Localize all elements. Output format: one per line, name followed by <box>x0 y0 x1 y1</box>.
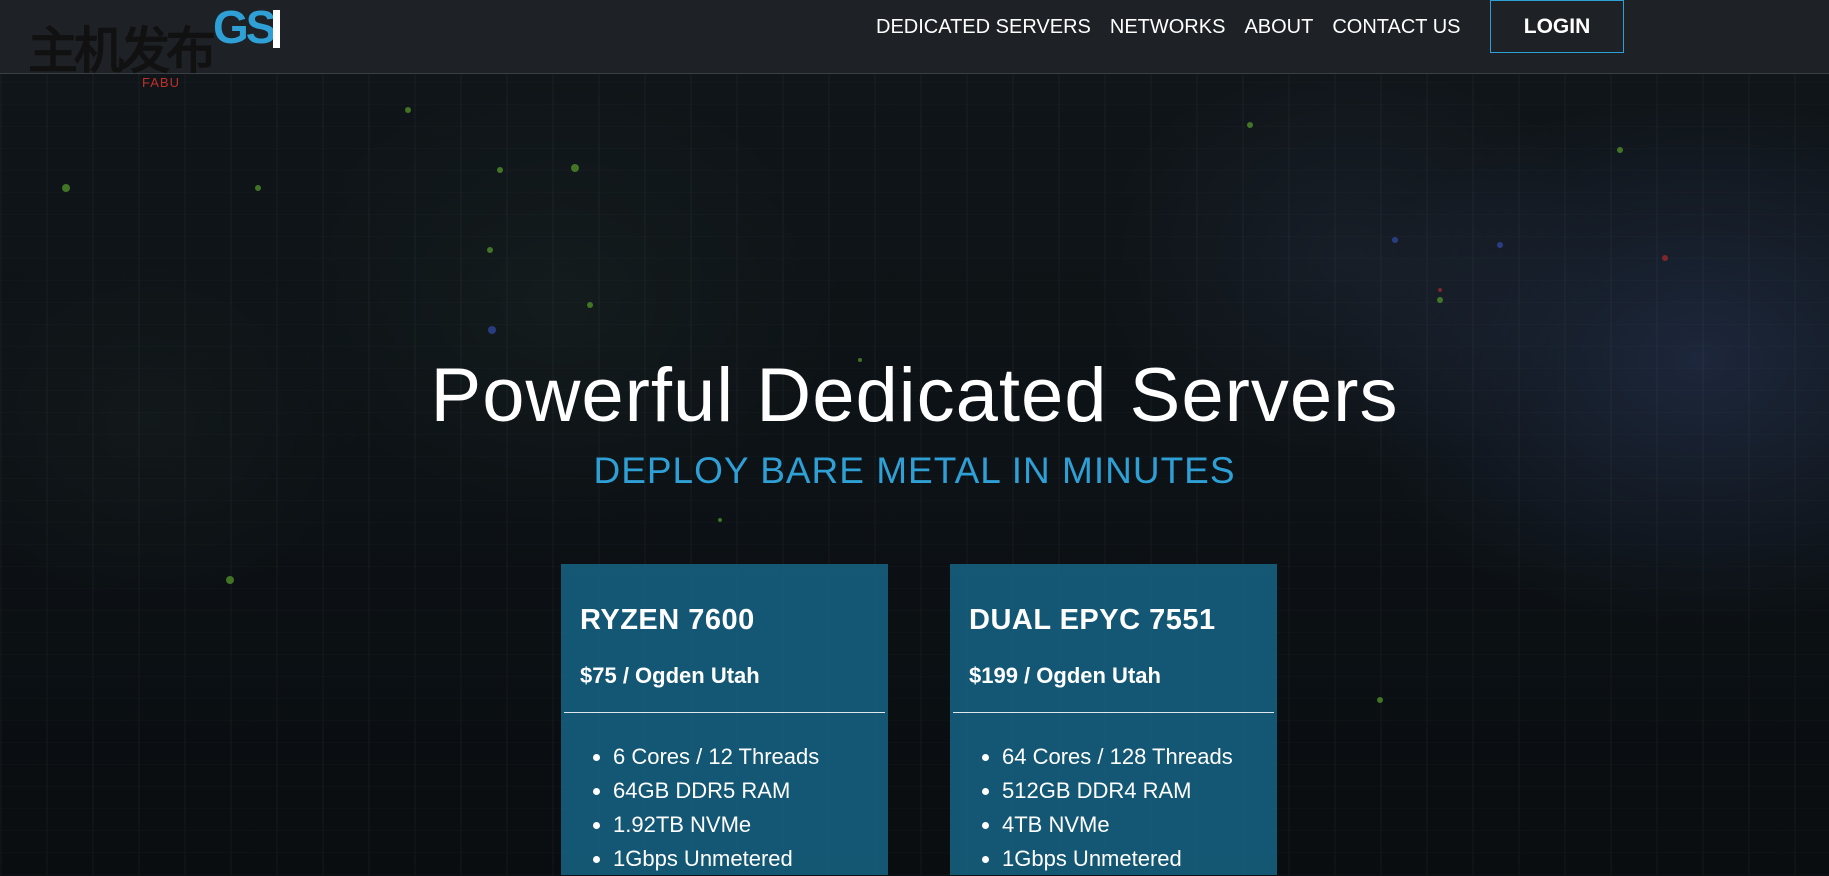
logo-chinese-text: 主机发布 <box>28 22 216 80</box>
hero-subtitle: DEPLOY BARE METAL IN MINUTES <box>593 450 1236 491</box>
plan-specs-list: 6 Cores / 12 Threads 64GB DDR5 RAM 1.92T… <box>594 740 819 876</box>
plan-card-ryzen-7600[interactable]: RYZEN 7600 $75 / Ogden Utah 6 Cores / 12… <box>561 564 888 875</box>
plan-spec-item: 1Gbps Unmetered <box>1002 842 1233 876</box>
plan-spec-item: 1.92TB NVMe <box>613 808 819 842</box>
top-navbar: 主机发布 GS FABU DEDICATED SERVERS NETWORKS … <box>0 0 1829 89</box>
logo-gsi-text: GS <box>213 1 276 53</box>
plan-spec-item: 4TB NVMe <box>1002 808 1233 842</box>
plan-price: $199 / Ogden Utah <box>969 663 1161 688</box>
hero-title: Powerful Dedicated Servers <box>430 353 1399 438</box>
plan-name: DUAL EPYC 7551 <box>969 604 1216 636</box>
plan-spec-item: 64GB DDR5 RAM <box>613 774 819 808</box>
nav-link-networks[interactable]: NETWORKS <box>1110 16 1226 39</box>
plan-divider <box>953 712 1274 713</box>
nav-link-contact-us[interactable]: CONTACT US <box>1332 16 1460 39</box>
plan-spec-item: 6 Cores / 12 Threads <box>613 740 819 774</box>
main-nav: DEDICATED SERVERS NETWORKS ABOUT CONTACT… <box>876 0 1480 54</box>
login-button[interactable]: LOGIN <box>1490 0 1624 53</box>
site-logo[interactable]: 主机发布 GS FABU <box>28 4 288 90</box>
logo-i-bar <box>273 10 280 48</box>
plan-spec-item: 1Gbps Unmetered <box>613 842 819 876</box>
plan-divider <box>564 712 885 713</box>
logo-fabu-text: FABU <box>142 75 180 90</box>
plan-price: $75 / Ogden Utah <box>580 663 760 688</box>
plan-card-dual-epyc-7551[interactable]: DUAL EPYC 7551 $199 / Ogden Utah 64 Core… <box>950 564 1277 875</box>
nav-link-about[interactable]: ABOUT <box>1244 16 1313 39</box>
plan-name: RYZEN 7600 <box>580 604 755 636</box>
plan-specs-list: 64 Cores / 128 Threads 512GB DDR4 RAM 4T… <box>983 740 1233 876</box>
nav-link-dedicated-servers[interactable]: DEDICATED SERVERS <box>876 16 1091 39</box>
plan-spec-item: 512GB DDR4 RAM <box>1002 774 1233 808</box>
plan-spec-item: 64 Cores / 128 Threads <box>1002 740 1233 774</box>
